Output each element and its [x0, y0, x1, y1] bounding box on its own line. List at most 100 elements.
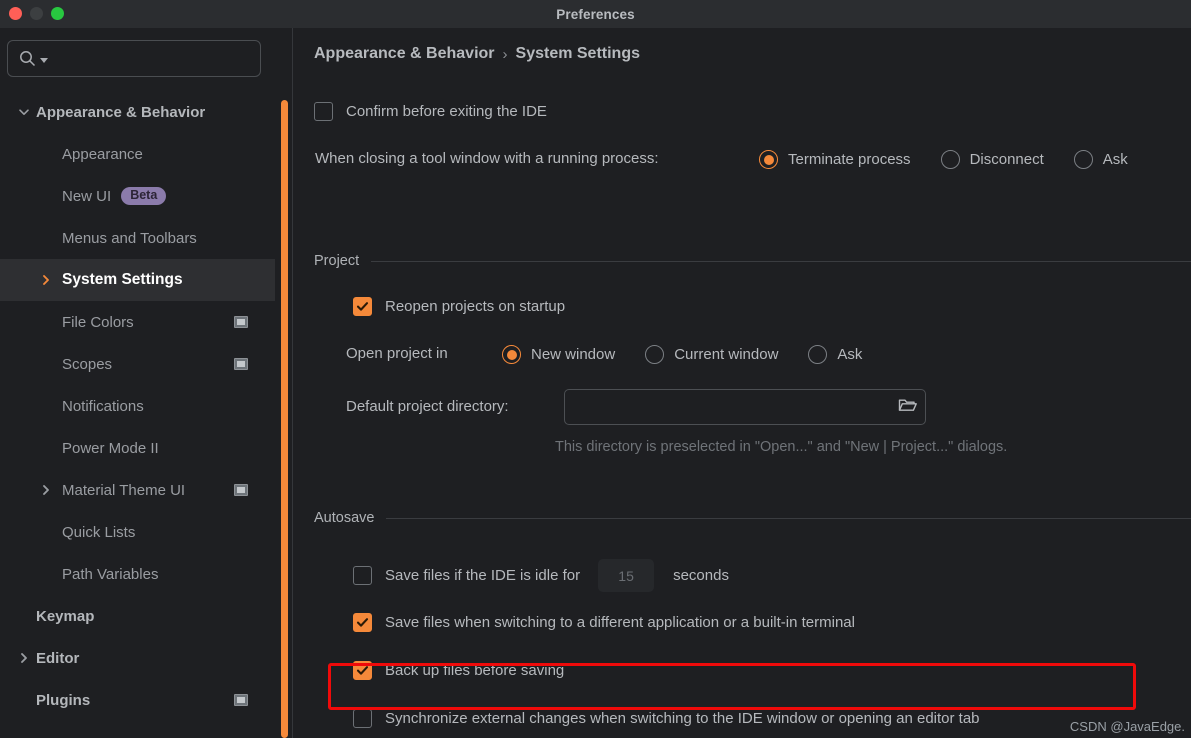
close-button[interactable] — [9, 7, 22, 20]
default-project-directory-hint: This directory is preselected in "Open..… — [555, 439, 1008, 455]
sidebar-item-file-colors[interactable]: File Colors — [0, 301, 275, 343]
radio-label: New window — [531, 346, 616, 363]
default-project-directory-label: Default project directory: — [346, 398, 509, 415]
window-title: Preferences — [556, 6, 635, 22]
breadcrumb-current: System Settings — [515, 45, 640, 62]
maximize-button[interactable] — [51, 7, 64, 20]
radio-new-window[interactable]: New window — [502, 345, 615, 364]
confirm-exit-checkbox[interactable] — [314, 102, 333, 121]
sidebar-item-label: Appearance — [62, 145, 143, 163]
sidebar-item-label: New UI — [62, 187, 112, 205]
radio-ask[interactable]: Ask — [808, 345, 862, 364]
radio-label: Current window — [674, 346, 779, 363]
sidebar-item-label: System Settings — [62, 271, 183, 288]
autosave-idle-label: Save files if the IDE is idle for — [385, 567, 581, 584]
sidebar-item-power-mode-ii[interactable]: Power Mode II — [0, 427, 275, 469]
autosave-sync-external-checkbox[interactable] — [353, 709, 372, 728]
search-box[interactable] — [7, 40, 261, 77]
section-divider — [371, 260, 1191, 262]
settings-tree: Appearance & Behavior Appearance New UI Bet… — [0, 91, 275, 721]
radio-dot — [940, 150, 960, 169]
sidebar-item-material-theme-ui[interactable]: Material Theme UI — [0, 469, 275, 511]
radio-terminate-process[interactable]: Terminate process — [759, 150, 911, 169]
sidebar-item-appearance[interactable]: Appearance — [0, 133, 275, 175]
autosave-section-header: Autosave — [314, 510, 1191, 526]
sidebar-item-label: Power Mode II — [62, 439, 159, 457]
sidebar-item-label: Appearance & Behavior — [36, 103, 206, 121]
chevron-right-icon[interactable] — [12, 273, 62, 287]
open-project-in-radio-group[interactable]: New window Current window Ask — [502, 345, 892, 364]
search-input[interactable] — [52, 51, 249, 66]
sidebar-item-new-ui[interactable]: New UI Beta — [0, 175, 275, 217]
radio-current-window[interactable]: Current window — [645, 345, 778, 364]
radio-dot — [502, 345, 521, 364]
autosave-idle-row[interactable]: Save files if the IDE is idle for 15 sec… — [353, 559, 729, 592]
plugin-icon — [234, 694, 248, 706]
sidebar-item-plugins[interactable]: Plugins — [0, 679, 275, 721]
sidebar-item-label: Quick Lists — [62, 523, 136, 541]
sidebar-item-label: Plugins — [36, 691, 91, 709]
sidebar-item-path-variables[interactable]: Path Variables — [0, 553, 275, 595]
settings-sidebar: Appearance & Behavior Appearance New UI Bet… — [0, 28, 275, 738]
autosave-switch-app-row[interactable]: Save files when switching to a different… — [353, 613, 855, 632]
sidebar-item-label: Scopes — [62, 355, 113, 373]
chevron-down-icon[interactable] — [40, 58, 48, 63]
sidebar-item-menus-and-toolbars[interactable]: Menus and Toolbars — [0, 217, 275, 259]
autosave-idle-seconds-input[interactable]: 15 — [598, 559, 655, 592]
reopen-projects-row[interactable]: Reopen projects on startup — [353, 297, 565, 316]
chevron-right-icon[interactable] — [12, 651, 36, 665]
sidebar-item-scopes[interactable]: Scopes — [0, 343, 275, 385]
autosave-sync-external-label: Synchronize external changes when switch… — [385, 710, 980, 727]
default-dir-hint-wrap: This directory is preselected in "Open..… — [555, 439, 1007, 455]
radio-ask[interactable]: Ask — [1073, 150, 1128, 169]
breadcrumb-parent[interactable]: Appearance & Behavior — [314, 45, 495, 63]
open-project-in-label: Open project in — [346, 345, 448, 362]
confirm-exit-label: Confirm before exiting the IDE — [346, 103, 547, 120]
sidebar-item-label: Menus and Toolbars — [62, 229, 197, 247]
closing-tool-window-label-wrap: When closing a tool window with a runnin… — [315, 150, 659, 167]
reopen-projects-label: Reopen projects on startup — [385, 298, 566, 315]
autosave-section-title: Autosave — [314, 510, 375, 526]
sidebar-scrollbar[interactable] — [281, 100, 288, 738]
radio-label: Terminate process — [788, 151, 911, 168]
sidebar-item-keymap[interactable]: Keymap — [0, 595, 275, 637]
chevron-right-icon[interactable] — [12, 483, 62, 497]
title-bar: Preferences — [0, 0, 1191, 28]
sidebar-item-notifications[interactable]: Notifications — [0, 385, 275, 427]
autosave-idle-checkbox[interactable] — [353, 566, 372, 585]
sidebar-item-label: Material Theme UI — [62, 481, 186, 499]
project-section-title: Project — [314, 253, 360, 269]
sidebar-item-label: Editor — [36, 649, 80, 667]
default-project-directory-input[interactable] — [573, 399, 898, 415]
confirm-exit-row[interactable]: Confirm before exiting the IDE — [314, 102, 547, 121]
default-project-directory-field[interactable] — [564, 389, 926, 425]
sidebar-item-system-settings[interactable]: System Settings — [0, 259, 275, 301]
sidebar-item-label: Path Variables — [62, 565, 159, 583]
search-area — [0, 28, 275, 77]
sidebar-item-quick-lists[interactable]: Quick Lists — [0, 511, 275, 553]
sidebar-item-editor[interactable]: Editor — [0, 637, 275, 679]
plugin-icon — [234, 316, 248, 328]
reopen-projects-checkbox[interactable] — [353, 297, 372, 316]
radio-label: Ask — [1102, 151, 1128, 168]
open-project-in-label-wrap: Open project in — [346, 345, 448, 362]
breadcrumb: Appearance & Behavior › System Settings — [314, 45, 640, 63]
folder-icon[interactable] — [898, 397, 917, 418]
sidebar-item-label: Notifications — [62, 397, 144, 415]
autosave-sync-external-row[interactable]: Synchronize external changes when switch… — [353, 709, 980, 728]
minimize-button[interactable] — [30, 7, 43, 20]
section-divider — [386, 517, 1191, 519]
project-section-header: Project — [314, 253, 1191, 269]
autosave-switch-app-label: Save files when switching to a different… — [385, 614, 855, 631]
annotation-highlight-box — [328, 663, 1136, 710]
closing-tool-window-radio-group[interactable]: Terminate process Disconnect Ask — [759, 150, 1158, 169]
radio-disconnect[interactable]: Disconnect — [940, 150, 1044, 169]
sidebar-item-label: Keymap — [36, 607, 95, 625]
radio-label: Disconnect — [969, 151, 1044, 168]
chevron-down-icon[interactable] — [12, 105, 36, 119]
default-dir-label-wrap: Default project directory: — [346, 398, 509, 415]
autosave-switch-app-checkbox[interactable] — [353, 613, 372, 632]
sidebar-item-appearance-behavior[interactable]: Appearance & Behavior — [0, 91, 275, 133]
radio-dot — [1073, 150, 1093, 169]
watermark: CSDN @JavaEdge. — [1069, 719, 1185, 734]
